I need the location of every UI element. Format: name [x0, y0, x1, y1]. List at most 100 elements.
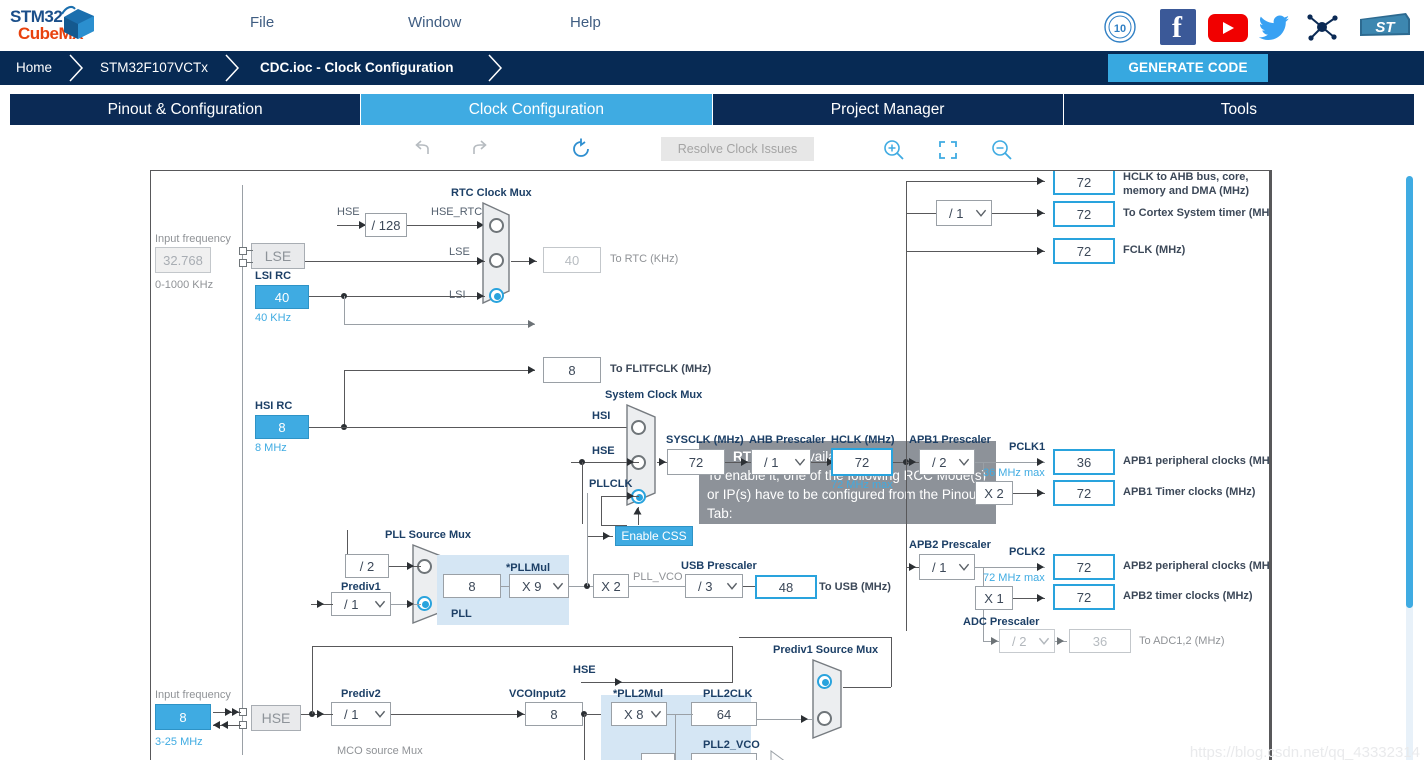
to-rtc-field[interactable]: 40 — [543, 247, 601, 273]
mco-source-mux-title: MCO source Mux — [337, 745, 423, 757]
chevron-down-icon — [374, 600, 386, 608]
reload-icon[interactable] — [568, 136, 596, 164]
output-label-4: APB1 Timer clocks (MHz) — [1123, 486, 1256, 498]
tab-clock-configuration[interactable]: Clock Configuration — [361, 94, 713, 125]
chevron-right-icon — [488, 54, 503, 82]
chevron-down-icon — [975, 209, 987, 217]
apb2-presc-arrow — [909, 563, 916, 571]
hsi-to-sysmux-wire — [309, 427, 639, 428]
pllclk-feedback-v — [587, 493, 588, 586]
chevron-right-icon — [69, 54, 84, 82]
sysclk-to-ahb-arrow — [741, 458, 748, 466]
vcoinput2-field[interactable]: 8 — [525, 702, 583, 726]
chevron-down-icon — [794, 458, 806, 466]
usb-prescaler-value: / 3 — [698, 578, 713, 594]
pll-vco-input-field[interactable]: 8 — [443, 574, 501, 598]
cubemx-window: STM32 CubeMX File Window Help 10 f ST Ho… — [0, 0, 1424, 771]
menu-help[interactable]: Help — [570, 14, 601, 31]
pllmul-select[interactable]: X 9 — [509, 574, 569, 598]
adc-prescaler-select[interactable]: / 2 — [999, 629, 1055, 653]
apb1-max-label: 36 MHz max — [983, 467, 1045, 479]
prediv2-select[interactable]: / 1 — [331, 702, 391, 726]
system-clock-mux-title: System Clock Mux — [605, 389, 703, 401]
rtc-clock-mux-title: RTC Clock Mux — [451, 187, 532, 199]
svg-text:ST: ST — [1375, 19, 1396, 36]
tab-project-manager[interactable]: Project Manager — [712, 94, 1064, 125]
ahb-prescaler-select[interactable]: / 1 — [751, 449, 811, 475]
flitfclk-wire — [344, 370, 535, 371]
output-field-4[interactable]: 72 — [1053, 480, 1115, 506]
prediv1-mux-radio-hse[interactable] — [817, 674, 832, 689]
lsi-value-field[interactable]: 40 — [255, 285, 309, 309]
rtc-mux-radio-lsi[interactable] — [489, 288, 504, 303]
output-label-6: APB2 timer clocks (MHz) — [1123, 590, 1253, 602]
hse-arrow-a — [225, 708, 232, 716]
lse-oscillator-block[interactable]: LSE — [251, 243, 305, 269]
lsi-branch-down — [344, 296, 345, 324]
chevron-down-icon — [958, 563, 970, 571]
cortex-prescaler-select[interactable]: / 1 — [936, 200, 992, 226]
undo-icon[interactable] — [410, 136, 438, 164]
hsi-title: HSI RC — [255, 400, 293, 412]
prediv2-label: Prediv2 — [341, 688, 381, 700]
twitter-icon[interactable] — [1256, 9, 1292, 45]
generate-code-button[interactable]: GENERATE CODE — [1108, 54, 1268, 82]
resolve-clock-issues-button[interactable]: Resolve Clock Issues — [661, 137, 814, 161]
hse-oscillator-block[interactable]: HSE — [251, 705, 301, 731]
hse-to-prediv1mux-v — [732, 646, 733, 682]
st-logo-icon[interactable]: ST — [1356, 9, 1414, 45]
prediv1-select[interactable]: / 1 — [331, 592, 391, 616]
rtc-divider-field[interactable]: / 128 — [365, 213, 407, 237]
pll-vco-label: PLL_VCO — [633, 571, 683, 583]
prediv1-mux-radio-pll2clk[interactable] — [817, 711, 832, 726]
hse-input-frequency-field[interactable]: 8 — [155, 704, 211, 730]
youtube-icon[interactable] — [1208, 14, 1248, 42]
menu-file[interactable]: File — [250, 14, 274, 31]
sysmux-radio-hsi[interactable] — [631, 420, 646, 435]
output-field-0[interactable]: 72 — [1053, 171, 1115, 195]
anniversary-10-years-icon[interactable]: 10 — [1102, 9, 1138, 45]
tab-tools[interactable]: Tools — [1063, 94, 1414, 125]
output-field-3[interactable]: 36 — [1053, 449, 1115, 475]
breadcrumb-item-mcu[interactable]: STM32F107VCTx — [100, 51, 208, 85]
hclk-field[interactable]: 72 — [831, 448, 893, 476]
enable-css-button[interactable]: Enable CSS — [615, 526, 693, 546]
adc-out-arrow — [1057, 637, 1064, 645]
st-community-icon[interactable] — [1304, 9, 1340, 45]
breadcrumb-item-home[interactable]: Home — [16, 51, 52, 85]
pclk1-arrow — [1037, 458, 1044, 466]
zoom-out-icon[interactable] — [988, 136, 1016, 164]
facebook-icon[interactable]: f — [1160, 9, 1196, 45]
output-field-1[interactable]: 72 — [1053, 201, 1115, 227]
tab-pinout-configuration[interactable]: Pinout & Configuration — [10, 94, 362, 125]
prediv1mux-hse-label: HSE — [573, 664, 596, 676]
lse-input-frequency-field[interactable]: 32.768 — [155, 247, 211, 273]
usb-prescaler-select[interactable]: / 3 — [685, 574, 743, 598]
prediv1-mux-return-wire — [739, 637, 892, 638]
rtc-mux-radio-hse-rtc[interactable] — [489, 218, 504, 233]
sysclk-field[interactable]: 72 — [667, 449, 725, 475]
prediv1-mux-out-v — [891, 637, 892, 687]
rtc-div-input-label: HSE — [337, 206, 360, 218]
hsi-value-field[interactable]: 8 — [255, 415, 309, 439]
prediv1-in-arrow — [317, 600, 324, 608]
to-flitfclk-field[interactable]: 8 — [543, 357, 601, 383]
output-field-5[interactable]: 72 — [1053, 554, 1115, 580]
apb2-prescaler-select[interactable]: / 1 — [919, 554, 975, 580]
output-field-6[interactable]: 72 — [1053, 584, 1115, 610]
vertical-scrollbar-thumb[interactable] — [1406, 176, 1413, 608]
apb1-prescaler-select[interactable]: / 2 — [919, 449, 975, 475]
redo-icon[interactable] — [464, 136, 492, 164]
output-field-2[interactable]: 72 — [1053, 238, 1115, 264]
clock-tree-canvas[interactable]: Input frequency 32.768 0-1000 KHz LSE LS… — [150, 170, 1270, 771]
fit-to-screen-icon[interactable] — [934, 136, 962, 164]
pll2clk-field[interactable]: 64 — [691, 702, 757, 726]
zoom-in-icon[interactable] — [880, 136, 908, 164]
to-usb-field[interactable]: 48 — [755, 575, 817, 599]
rtc-mux-radio-lse[interactable] — [489, 253, 504, 268]
menu-window[interactable]: Window — [408, 14, 461, 31]
pll2mul-select[interactable]: X 8 — [611, 702, 667, 726]
prediv1-source-mux-shape[interactable] — [811, 658, 843, 740]
pllclk-riser — [601, 496, 602, 525]
output-field-7[interactable]: 36 — [1069, 629, 1131, 653]
